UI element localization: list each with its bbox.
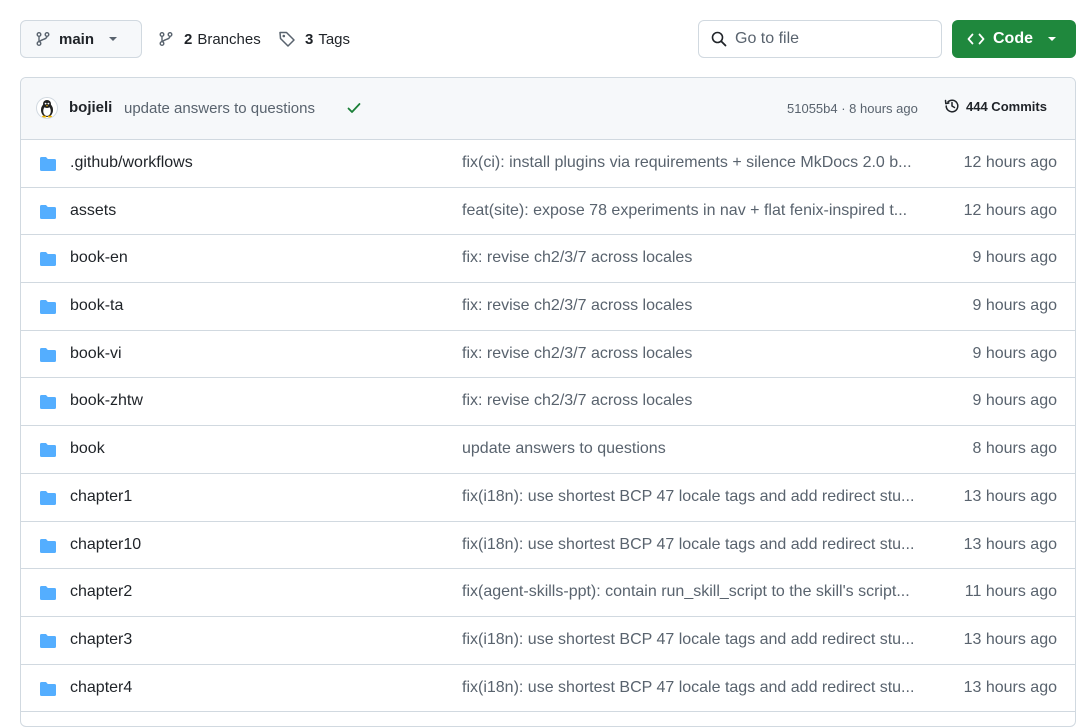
folder-icon	[39, 490, 57, 511]
file-commit-message[interactable]: fix: revise ch2/3/7 across locales	[462, 297, 932, 315]
file-commit-age[interactable]: 12 hours ago	[964, 202, 1057, 220]
commit-author[interactable]: bojieli	[69, 99, 112, 116]
file-commit-message[interactable]: update answers to questions	[462, 440, 932, 458]
file-row[interactable]: book-vi fix: revise ch2/3/7 across locale…	[21, 331, 1075, 379]
file-name[interactable]: book-ta	[70, 297, 123, 315]
caret-down-icon	[1048, 37, 1056, 41]
file-commit-age[interactable]: 13 hours ago	[964, 488, 1057, 506]
code-button-label: Code	[993, 30, 1033, 47]
search-icon	[711, 31, 727, 47]
file-commit-age[interactable]: 12 hours ago	[964, 154, 1057, 172]
file-commit-message[interactable]: fix(i18n): use shortest BCP 47 locale ta…	[462, 679, 932, 697]
file-name[interactable]: book	[70, 440, 105, 458]
file-commit-message[interactable]: fix: revise ch2/3/7 across locales	[462, 392, 932, 410]
branches-label: Branches	[197, 30, 261, 48]
file-name[interactable]: chapter1	[70, 488, 132, 506]
file-commit-age[interactable]: 9 hours ago	[972, 345, 1057, 363]
folder-icon	[39, 251, 57, 272]
folder-icon	[39, 204, 57, 225]
folder-icon	[39, 156, 57, 177]
commits-count: 444 Commits	[966, 98, 1047, 114]
branch-selector-button[interactable]: main	[20, 20, 142, 58]
file-commit-age[interactable]: 13 hours ago	[964, 631, 1057, 649]
go-to-file-search[interactable]	[698, 20, 942, 58]
caret-down-icon	[109, 37, 118, 41]
folder-icon	[39, 633, 57, 654]
branches-link[interactable]: 2 Branches	[158, 20, 261, 58]
commits-history-link[interactable]: 444 Commits	[943, 97, 1047, 115]
file-row[interactable]: chapter1 fix(i18n): use shortest BCP 47 l…	[21, 474, 1075, 522]
file-commit-message[interactable]: fix(i18n): use shortest BCP 47 locale ta…	[462, 631, 932, 649]
file-row[interactable]: .github/workflows fix(ci): install plugin…	[21, 140, 1075, 188]
file-commit-message[interactable]: fix(i18n): use shortest BCP 47 locale ta…	[462, 536, 932, 554]
folder-icon	[39, 299, 57, 320]
folder-icon	[39, 394, 57, 415]
file-name[interactable]: chapter3	[70, 631, 132, 649]
file-name[interactable]: book-vi	[70, 345, 122, 363]
code-icon	[967, 33, 985, 45]
file-commit-message[interactable]: fix: revise ch2/3/7 across locales	[462, 345, 932, 363]
file-commit-age[interactable]: 9 hours ago	[972, 392, 1057, 410]
file-row[interactable]: chapter4 fix(i18n): use shortest BCP 47 l…	[21, 665, 1075, 713]
commit-hash-time[interactable]: 51055b4 · 8 hours ago	[787, 101, 918, 116]
file-commit-message[interactable]: fix(agent-skills-ppt): contain run_skill…	[462, 583, 932, 601]
file-name[interactable]: chapter4	[70, 679, 132, 697]
file-commit-message[interactable]: fix(ci): install plugins via requirement…	[462, 154, 932, 172]
history-icon	[944, 99, 959, 113]
file-commit-age[interactable]: 13 hours ago	[964, 679, 1057, 697]
penguin-avatar-icon	[41, 100, 53, 118]
check-icon[interactable]	[346, 100, 362, 116]
file-row[interactable]: chapter3 fix(i18n): use shortest BCP 47 l…	[21, 617, 1075, 665]
file-name[interactable]: chapter10	[70, 536, 141, 554]
git-branch-icon	[159, 32, 173, 46]
file-row[interactable]: book-en fix: revise ch2/3/7 across locale…	[21, 235, 1075, 284]
file-commit-age[interactable]: 9 hours ago	[972, 297, 1057, 315]
tags-label: Tags	[318, 30, 351, 48]
file-listing: bojieli update answers to questions 5105…	[20, 77, 1076, 727]
branch-name: main	[59, 30, 95, 48]
file-row[interactable]: book-ta fix: revise ch2/3/7 across locale…	[21, 283, 1075, 331]
folder-icon	[39, 585, 57, 606]
file-row[interactable]: chapter10 fix(i18n): use shortest BCP 47 …	[21, 522, 1075, 570]
folder-icon	[39, 347, 57, 368]
file-commit-message[interactable]: feat(site): expose 78 experiments in nav…	[462, 202, 932, 220]
file-rows: .github/workflows fix(ci): install plugin…	[21, 140, 1075, 713]
file-commit-age[interactable]: 8 hours ago	[972, 440, 1057, 458]
tags-link[interactable]: 3 Tags	[278, 20, 350, 58]
file-row[interactable]: chapter2 fix(agent-skills-ppt): contain r…	[21, 569, 1075, 617]
file-name[interactable]: assets	[70, 202, 116, 220]
git-branch-icon	[36, 32, 50, 46]
tag-icon	[279, 31, 295, 47]
commit-message[interactable]: update answers to questions	[124, 100, 315, 117]
file-name[interactable]: .github/workflows	[70, 154, 193, 172]
tags-count: 3	[305, 30, 314, 48]
go-to-file-input[interactable]	[735, 30, 935, 48]
file-row[interactable]: book-zhtw fix: revise ch2/3/7 across loca…	[21, 378, 1075, 427]
code-button[interactable]: Code	[952, 20, 1076, 58]
file-commit-message[interactable]: fix: revise ch2/3/7 across locales	[462, 249, 932, 267]
avatar[interactable]	[36, 97, 58, 119]
branches-count: 2	[184, 30, 193, 48]
file-commit-message[interactable]: fix(i18n): use shortest BCP 47 locale ta…	[462, 488, 932, 506]
file-commit-age[interactable]: 13 hours ago	[964, 536, 1057, 554]
folder-icon	[39, 681, 57, 702]
latest-commit-bar: bojieli update answers to questions 5105…	[21, 78, 1075, 140]
file-commit-age[interactable]: 11 hours ago	[965, 583, 1057, 601]
file-name[interactable]: chapter2	[70, 583, 132, 601]
file-commit-age[interactable]: 9 hours ago	[972, 249, 1057, 267]
file-name[interactable]: book-zhtw	[70, 392, 143, 410]
file-name[interactable]: book-en	[70, 249, 128, 267]
file-row[interactable]: book update answers to questions 8 hours a…	[21, 426, 1075, 474]
folder-icon	[39, 538, 57, 559]
file-row[interactable]: assets feat(site): expose 78 experiments …	[21, 188, 1075, 236]
folder-icon	[39, 442, 57, 463]
